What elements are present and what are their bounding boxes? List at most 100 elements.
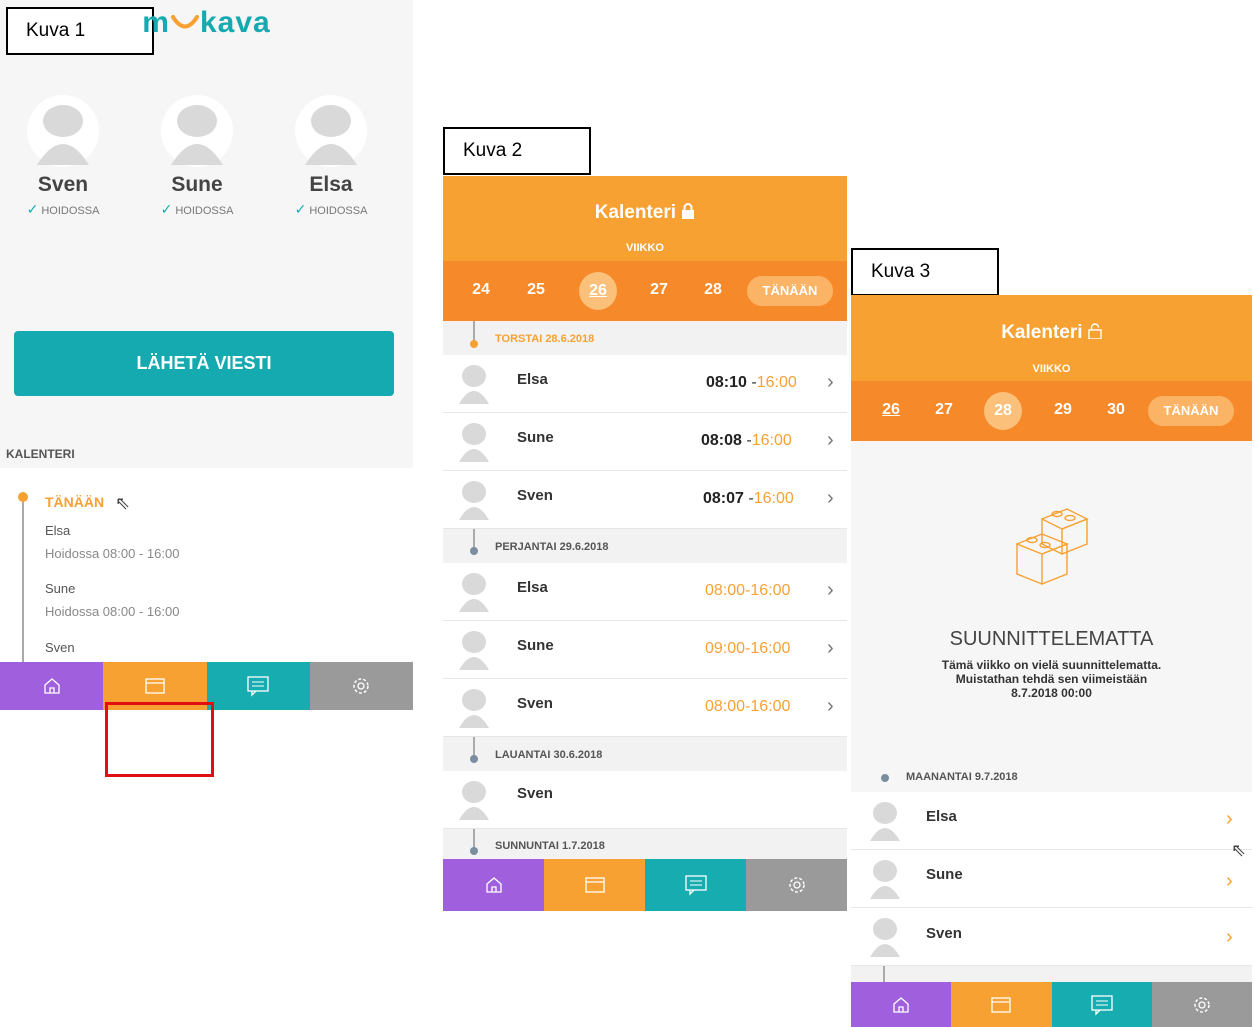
row-name: Elsa [926,808,957,825]
chevron-right-icon: › [827,429,834,451]
empty-title: SUUNNITTELEMATTA [949,628,1154,650]
child-card-elsa[interactable]: Elsa ✓ HOIDOSSA [266,95,396,218]
entry-name: Elsa [45,523,71,538]
row-name: Sven [517,695,553,712]
page-title: Kalenteri [851,322,1252,344]
week-26[interactable]: 26 [871,401,911,419]
chevron-right-icon: › [827,695,834,717]
nav-settings[interactable] [1151,982,1252,1027]
row-name: Sune [517,637,554,654]
home-icon [485,877,502,893]
list-item[interactable]: Elsa › [851,792,1252,850]
send-message-button[interactable]: LÄHETÄ VIESTI [14,331,394,396]
empty-text: Tämä viikko on vielä suunnittelematta. M… [941,658,1162,700]
nav-messages[interactable] [645,859,746,911]
list-item[interactable]: Sven 08:00-16:00 › [443,679,847,737]
list-item[interactable]: Sune › ⇖ [851,840,1252,908]
week-26-selected[interactable]: 26 [579,272,617,310]
row-time: 08:07 -16:00 [703,490,794,507]
avatar [459,631,489,670]
chevron-right-icon: › [1226,926,1233,948]
week-28-selected[interactable]: 28 [984,392,1022,430]
timeline-dot [18,492,28,502]
row-time: 09:00-16:00 [705,640,791,657]
message-icon [1090,994,1113,1016]
child-name: Sven [37,173,89,196]
check-icon: ✓ [294,201,307,217]
timeline-dot [470,847,478,855]
avatar [459,423,489,462]
avatar [459,689,489,728]
check-icon: ✓ [160,201,173,217]
nav-settings[interactable] [309,662,413,710]
nav-home[interactable] [0,662,104,710]
timeline-line [473,829,475,849]
week-27[interactable]: 27 [639,281,679,299]
child-card-sune[interactable]: Sune ✓ HOIDOSSA [132,95,262,218]
list-item[interactable]: Sune 09:00-16:00 › [443,621,847,679]
nav-messages[interactable] [1051,982,1152,1027]
row-time: 08:08 -16:00 [701,432,792,449]
timeline-dot [881,774,889,782]
chevron-right-icon: › [827,579,834,601]
settings-icon [1194,996,1210,1013]
nav-home[interactable] [851,982,952,1027]
entry-name: Sven [45,640,75,655]
calendar-icon [991,996,1012,1013]
check-icon: ✓ [26,201,39,217]
bottom-nav [851,982,1252,1027]
avatar [459,573,489,612]
mouse-cursor-icon: ⇖ [1231,840,1247,860]
chevron-right-icon: › [1226,808,1233,830]
message-icon [684,875,707,896]
list-item[interactable]: Elsa 08:10 -16:00 › [443,355,847,413]
timeline-dot [470,340,478,348]
figure-label-3: Kuva 3 [851,248,999,296]
chevron-right-icon: › [827,371,834,393]
calendar-header: Kalenteri VIIKKO [851,295,1252,381]
timeline-line [22,494,24,664]
entry-time: Hoidossa 08:00 - 16:00 [45,604,180,619]
next-day-header [851,966,1252,982]
week-30[interactable]: 30 [1096,401,1136,419]
timeline-dot [470,547,478,555]
week-29[interactable]: 29 [1043,401,1083,419]
calendar-header: Kalenteri VIIKKO [443,176,847,261]
avatar [870,802,900,841]
today-button[interactable]: TÄNÄÄN [1148,396,1234,426]
day-header: TORSTAI 28.6.2018 [443,321,847,355]
lego-blocks-icon [1015,508,1089,586]
week-24[interactable]: 24 [461,281,501,299]
chevron-right-icon: › [827,637,834,659]
list-item[interactable]: Elsa 08:00-16:00 › [443,563,847,621]
row-name: Sune [517,429,554,446]
day-header: MAANANTAI 9.7.2018 [906,771,1018,783]
child-card-sven[interactable]: Sven ✓ HOIDOSSA [0,95,128,218]
mouse-cursor-icon: ⇖ [115,493,131,513]
week-25[interactable]: 25 [516,281,556,299]
nav-messages[interactable] [206,662,310,710]
list-item[interactable]: Sune 08:08 -16:00 › [443,413,847,471]
list-item[interactable]: Sven › [851,908,1252,966]
nav-settings[interactable] [746,859,847,911]
page-title: Kalenteri [443,202,847,224]
app-logo: m kava [142,6,271,39]
week-27[interactable]: 27 [924,401,964,419]
avatar [295,95,396,167]
list-item[interactable]: Sven [443,771,847,829]
timeline-line [473,529,475,549]
avatar [459,481,489,520]
nav-calendar[interactable] [544,859,645,911]
entry-name: Sune [45,581,76,596]
calendar-icon [145,678,165,694]
week-selector: 24 25 26 27 28 TÄNÄÄN [443,261,847,321]
week-28[interactable]: 28 [693,281,733,299]
row-time: 08:00-16:00 [705,698,791,715]
smile-icon [170,15,199,29]
today-button[interactable]: TÄNÄÄN [747,276,833,306]
list-item[interactable]: Sven 08:07 -16:00 › [443,471,847,529]
avatar [459,365,489,404]
figure-label-2: Kuva 2 [443,127,591,175]
nav-home[interactable] [443,859,544,911]
nav-calendar[interactable] [951,982,1052,1027]
